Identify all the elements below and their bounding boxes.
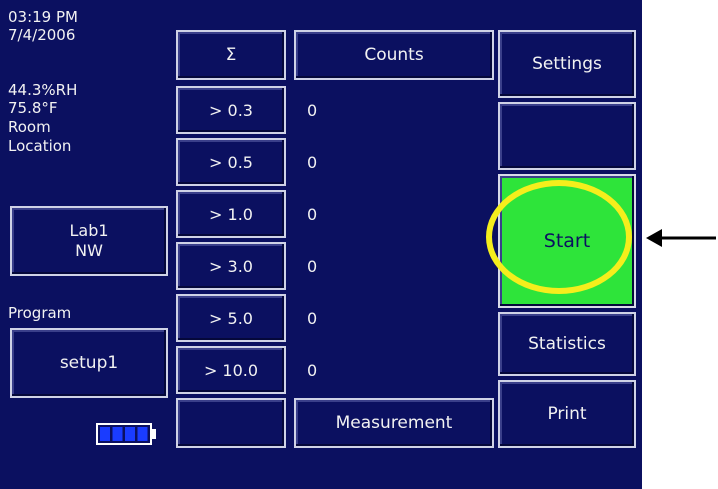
battery-cell — [112, 427, 123, 441]
left-arrow-icon — [646, 226, 716, 254]
battery-cell — [125, 427, 135, 441]
location-line-2: NW — [75, 241, 103, 260]
counts-header-button[interactable]: Counts — [294, 30, 494, 80]
temperature-display: 75.8°F — [8, 99, 58, 117]
location-label: Location — [8, 137, 72, 155]
count-value: 0 — [307, 361, 318, 380]
size-channel-1-0[interactable]: > 1.0 — [176, 190, 286, 238]
size-channel-3-0[interactable]: > 3.0 — [176, 242, 286, 290]
count-value: 0 — [307, 257, 318, 276]
room-label: Room — [8, 118, 51, 136]
size-channel-0-3[interactable]: > 0.3 — [176, 86, 286, 134]
battery-icon — [96, 423, 158, 449]
location-line-1: Lab1 — [69, 221, 109, 240]
time-display: 03:19 PM — [8, 8, 78, 26]
measurement-button[interactable]: Measurement — [294, 398, 494, 448]
battery-cell — [100, 427, 110, 441]
location-button[interactable]: Lab1 NW — [10, 206, 168, 276]
blank-footer-button[interactable] — [176, 398, 286, 448]
size-channel-10-0[interactable]: > 10.0 — [176, 346, 286, 394]
start-button[interactable]: Start — [498, 174, 636, 308]
battery-cell — [137, 427, 148, 441]
humidity-display: 44.3%RH — [8, 81, 78, 99]
date-display: 7/4/2006 — [8, 26, 76, 44]
count-value: 0 — [307, 101, 318, 120]
device-screen: 03:19 PM 7/4/2006 44.3%RH 75.8°F Room Lo… — [0, 0, 642, 489]
statistics-button[interactable]: Statistics — [498, 312, 636, 376]
blank-action-button[interactable] — [498, 102, 636, 170]
count-value: 0 — [307, 153, 318, 172]
count-value: 0 — [307, 205, 318, 224]
print-button[interactable]: Print — [498, 380, 636, 448]
count-value: 0 — [307, 309, 318, 328]
size-channel-5-0[interactable]: > 5.0 — [176, 294, 286, 342]
program-button[interactable]: setup1 — [10, 328, 168, 398]
size-channel-0-5[interactable]: > 0.5 — [176, 138, 286, 186]
program-label: Program — [8, 304, 72, 322]
sum-header-button[interactable]: Σ — [176, 30, 286, 80]
settings-button[interactable]: Settings — [498, 30, 636, 98]
